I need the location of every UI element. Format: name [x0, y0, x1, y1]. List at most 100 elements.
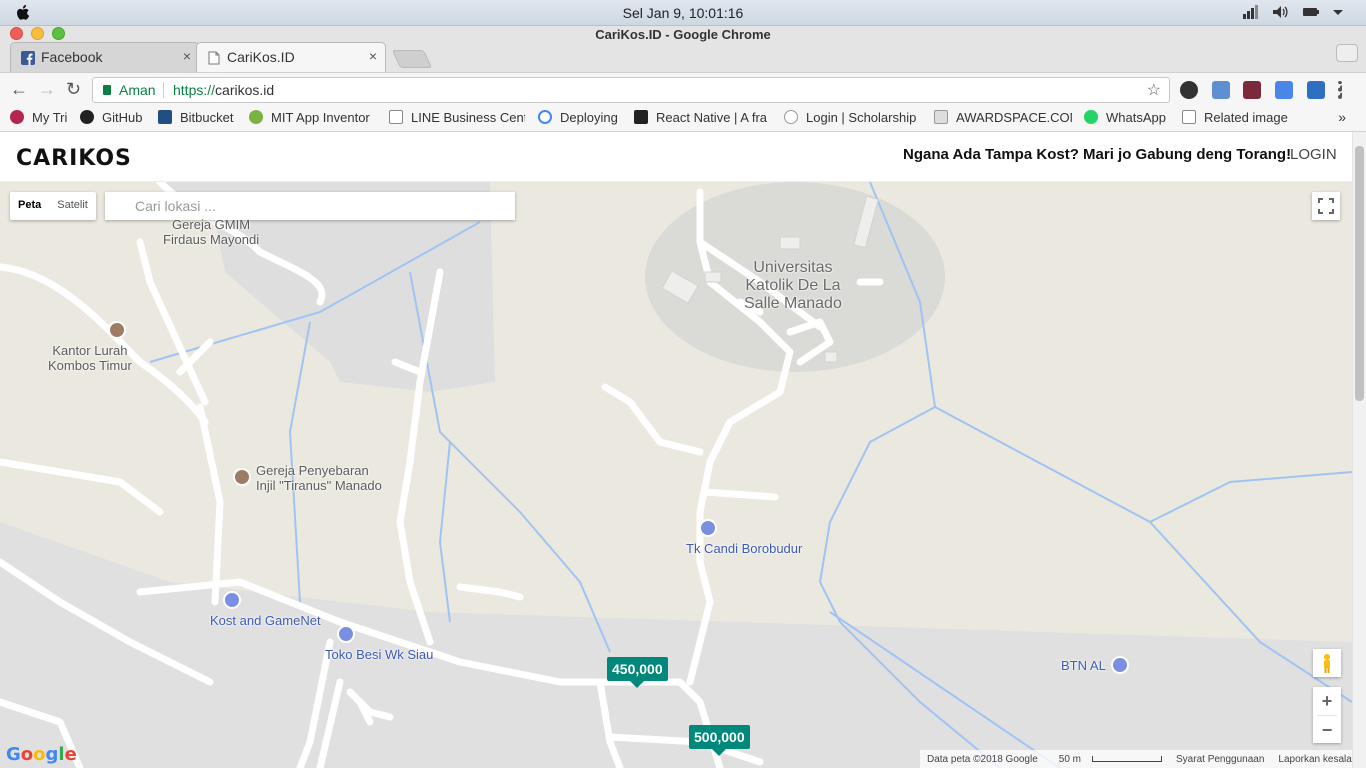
github-icon [80, 110, 94, 124]
scale-bar [1092, 755, 1163, 762]
map-label-universitas[interactable]: Universitas Katolik De La Salle Manado [744, 259, 842, 313]
tab-close-icon[interactable]: × [369, 48, 377, 64]
new-tab-button[interactable] [391, 50, 433, 68]
terms-link[interactable]: Syarat Penggunaan [1169, 754, 1271, 765]
bookmark-label: AWARDSPACE.COM [956, 110, 1072, 125]
price-marker[interactable]: 450,000 [607, 657, 668, 688]
store-poi-icon[interactable] [337, 625, 355, 643]
shopping-poi-icon[interactable] [699, 519, 717, 537]
battery-icon[interactable] [1302, 4, 1319, 20]
map-scale[interactable]: 50 m [1045, 754, 1169, 765]
site-tagline[interactable]: Ngana Ada Tampa Kost? Mari jo Gabung den… [903, 146, 1291, 163]
zoom-in-button[interactable]: + [1313, 687, 1341, 715]
map-label-btn-al[interactable]: BTN AL [1061, 658, 1106, 673]
map-data-credit: Data peta ©2018 Google [927, 753, 1038, 765]
tab-label: CariKos.ID [227, 49, 295, 65]
address-bar[interactable]: Aman https://carikos.id ☆ [92, 77, 1170, 103]
clock[interactable]: Sel Jan 9, 10:01:16 [0, 5, 1366, 21]
location-search-input[interactable] [105, 192, 515, 220]
street-view-pegman-button[interactable] [1313, 649, 1341, 677]
forward-button[interactable]: → [38, 79, 56, 100]
chrome-menu-icon[interactable] [1338, 81, 1342, 99]
bitbucket-icon [158, 110, 172, 124]
shopping-poi-icon[interactable] [223, 591, 241, 609]
react-icon [634, 110, 648, 124]
site-logo[interactable]: CARIKOS [16, 146, 132, 171]
map-label-gereja-gmim[interactable]: Gereja GMIM Firdaus Mayondi [163, 217, 259, 247]
facebook-icon [21, 51, 35, 65]
login-link[interactable]: LOGIN [1290, 146, 1337, 163]
zoom-out-button[interactable]: − [1313, 716, 1341, 744]
tab-carikos[interactable]: CariKos.ID × [196, 42, 386, 72]
page-scrollbar[interactable] [1352, 132, 1366, 768]
window-title: CariKos.ID - Google Chrome [595, 27, 771, 42]
tab-close-icon[interactable]: × [183, 48, 191, 64]
extension-cast-icon[interactable] [1307, 81, 1325, 99]
scrollbar-thumb[interactable] [1355, 146, 1364, 401]
map-type-satellite-button[interactable]: Satelit [49, 192, 96, 220]
bookmark-mit-app-inventor[interactable]: MIT App Inventor [249, 110, 381, 125]
bookmark-my-tri[interactable]: My Tri [10, 110, 72, 125]
os-menu-bar: Sel Jan 9, 10:01:16 [0, 0, 1366, 26]
map-label-tk-candi[interactable]: Tk Candi Borobudur [686, 541, 802, 556]
bookmark-related-image[interactable]: Related image [1182, 110, 1294, 125]
map-label-toko-besi[interactable]: Toko Besi Wk Siau [325, 647, 433, 662]
zoom-control: + − [1313, 687, 1341, 743]
site-header: CARIKOS Ngana Ada Tampa Kost? Mari jo Ga… [0, 132, 1352, 182]
deploy-icon [538, 110, 552, 124]
whatsapp-icon [1084, 110, 1098, 124]
secure-label: Aman [119, 82, 156, 98]
extension-image-icon[interactable] [1243, 81, 1261, 99]
store-poi-icon[interactable] [1111, 656, 1129, 674]
menu-arrow-icon[interactable] [1332, 4, 1348, 20]
reload-button[interactable]: ↻ [66, 79, 81, 100]
bookmark-whatsapp[interactable]: WhatsApp [1084, 110, 1172, 125]
bookmark-react-native[interactable]: React Native | A fra [634, 110, 772, 125]
map[interactable]: Peta Satelit + − Gereja GMIM Firdaus May… [0, 182, 1352, 768]
system-tray [1242, 4, 1348, 20]
bookmark-awardspace[interactable]: AWARDSPACE.COM [934, 110, 1072, 125]
map-area [0, 522, 1352, 768]
map-canvas[interactable] [0, 182, 1352, 768]
signal-icon[interactable] [1242, 4, 1258, 20]
bookmarks-overflow-button[interactable]: » [1338, 109, 1346, 125]
bookmark-bitbucket[interactable]: Bitbucket [158, 110, 242, 125]
back-button[interactable]: ← [10, 79, 28, 100]
bookmark-label: Related image [1204, 110, 1288, 125]
map-label-kantor-lurah[interactable]: Kantor Lurah Kombos Timur [48, 343, 132, 373]
my-tri-icon [10, 110, 24, 124]
extension-eyedropper-icon[interactable] [1212, 81, 1230, 99]
bookmark-label: MIT App Inventor [271, 110, 370, 125]
map-type-map-button[interactable]: Peta [10, 192, 49, 220]
translate-icon[interactable] [1275, 81, 1293, 99]
tab-strip: Facebook × CariKos.ID × [10, 42, 433, 72]
tab-facebook[interactable]: Facebook × [10, 42, 200, 72]
map-label-kost-gamenet[interactable]: Kost and GameNet [210, 613, 321, 628]
map-label-gereja-penyebaran[interactable]: Gereja Penyebaran Injil "Tiranus" Manado [256, 463, 382, 493]
report-error-link[interactable]: Laporkan kesalahan peta [1271, 754, 1352, 765]
bookmark-label: LINE Business Center [411, 110, 525, 125]
url-text[interactable]: https://carikos.id [173, 82, 274, 98]
bookmark-label: WhatsApp [1106, 110, 1166, 125]
google-logo[interactable]: Google [6, 744, 77, 765]
bookmark-github[interactable]: GitHub [80, 110, 150, 125]
bookmark-deploying[interactable]: Deploying [538, 110, 626, 125]
profile-button[interactable] [1336, 44, 1358, 62]
price-marker[interactable]: 500,000 [689, 725, 750, 756]
url-scheme: https:// [173, 82, 216, 98]
bookmark-scholarship[interactable]: Login | Scholarship [784, 110, 920, 125]
government-poi-icon[interactable] [108, 321, 126, 339]
browser-toolbar: ← → ↻ Aman https://carikos.id ☆ [0, 72, 1366, 106]
bookmark-star-icon[interactable]: ☆ [1147, 80, 1161, 100]
bookmark-line-business[interactable]: LINE Business Center [389, 110, 525, 125]
tab-label: Facebook [41, 49, 103, 65]
extension-paw-icon[interactable] [1180, 81, 1198, 99]
scholarship-icon [784, 110, 798, 124]
fullscreen-button[interactable] [1312, 192, 1340, 220]
map-type-control: Peta Satelit [10, 192, 96, 220]
bookmarks-bar: My Tri GitHub Bitbucket MIT App Inventor… [0, 106, 1366, 132]
bookmark-label: Bitbucket [180, 110, 234, 125]
volume-icon[interactable] [1272, 4, 1288, 20]
url-host: carikos.id [215, 82, 275, 98]
church-poi-icon[interactable] [233, 468, 251, 486]
